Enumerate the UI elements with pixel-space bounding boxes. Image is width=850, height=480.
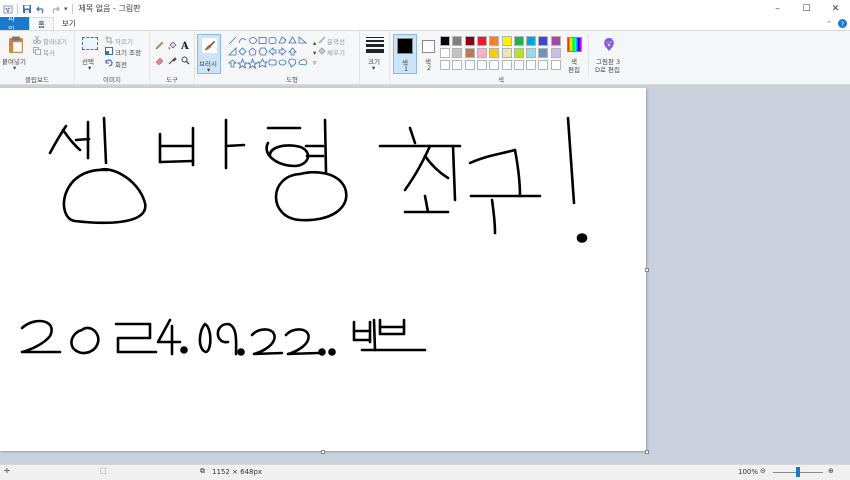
- brush-icon: [202, 38, 217, 53]
- tools-group: A 도구: [150, 31, 195, 85]
- clipboard-group-label: 클립보드: [25, 76, 49, 84]
- rotate-icon[interactable]: [105, 59, 113, 67]
- close-button[interactable]: ✕: [821, 0, 850, 17]
- canvas-resize-handle-corner[interactable]: [645, 450, 649, 454]
- paint3d-icon: [604, 38, 614, 51]
- clipboard-group: 붙여넣기 ▾ 잘라내기 복사 클립보드: [0, 31, 75, 85]
- image-size-text: 1152 × 648px: [212, 468, 263, 476]
- ribbon-tabs: 파일 홈 보기 ⌃ ?: [0, 14, 850, 34]
- color2-button[interactable]: 색 2: [419, 34, 441, 74]
- size-icon[interactable]: [366, 37, 384, 53]
- tools-group-label: 도구: [166, 76, 178, 84]
- minimize-button[interactable]: –: [763, 0, 792, 17]
- drawing-canvas[interactable]: [0, 88, 649, 454]
- color2-number: 2: [427, 64, 432, 72]
- window-title: 제목 없음 - 그림판: [78, 4, 141, 13]
- resize-icon[interactable]: [105, 47, 113, 55]
- shapes-group: ▴ ▾ ▿ 윤곽선 채우기 도형: [225, 31, 360, 85]
- color1-button[interactable]: 색 1: [393, 34, 417, 74]
- colors-group-label: 색: [498, 76, 504, 84]
- svg-text:A: A: [181, 41, 189, 50]
- rotate-button[interactable]: 회전: [115, 59, 127, 69]
- cut-icon[interactable]: [33, 36, 41, 44]
- zoom-slider-thumb[interactable]: [796, 467, 800, 477]
- copy-button[interactable]: 복사: [43, 47, 55, 57]
- zoom-in-button[interactable]: ⊕: [828, 467, 834, 475]
- edit-colors-button[interactable]: 색 편집: [564, 34, 586, 76]
- undo-icon[interactable]: [36, 4, 46, 14]
- ribbon: 붙여넣기 ▾ 잘라내기 복사 클립보드 선택 ▾ 자르기 크기 조정 회전 이미…: [0, 30, 850, 85]
- copy-icon[interactable]: [33, 47, 41, 55]
- shapes-scroll-icon[interactable]: ▴: [313, 39, 316, 47]
- tab-file[interactable]: 파일: [0, 14, 29, 34]
- customize-quick-access-icon[interactable]: ▾: [64, 5, 68, 13]
- shapes-group-label: 도형: [286, 76, 298, 84]
- size-dropdown-icon[interactable]: ▾: [372, 64, 375, 72]
- brushes-dropdown-icon: ▾: [207, 66, 211, 74]
- pencil-icon[interactable]: [155, 41, 164, 50]
- select-dropdown-icon[interactable]: ▾: [88, 64, 91, 72]
- color1-swatch: [397, 38, 413, 54]
- image-group: 선택 ▾ 자르기 크기 조정 회전 이미지: [75, 31, 150, 85]
- handwritten-drawing: [20, 116, 588, 356]
- paste-dropdown-icon[interactable]: ▾: [13, 64, 16, 72]
- image-size-icon: ⧉: [200, 467, 205, 475]
- color2-swatch: [422, 40, 435, 53]
- tab-view[interactable]: 보기: [54, 17, 84, 30]
- help-button[interactable]: ?: [838, 19, 847, 28]
- outline-button[interactable]: 윤곽선: [327, 36, 345, 46]
- canvas-resize-handle-bottom[interactable]: [321, 450, 325, 454]
- crop-button[interactable]: 자르기: [115, 36, 133, 46]
- tab-home[interactable]: 홈: [29, 17, 54, 30]
- selection-size-icon: ⬚: [100, 467, 107, 475]
- zoom-level: 100%: [738, 468, 759, 476]
- shapes-gallery[interactable]: [228, 36, 313, 70]
- save-icon[interactable]: [22, 4, 32, 14]
- brushes-button[interactable]: 브러시 ▾: [197, 34, 221, 74]
- cut-button[interactable]: 잘라내기: [43, 36, 67, 46]
- paint3d-button[interactable]: 그림판 3 D로 편집: [588, 34, 628, 76]
- paint3d-label-2: D로 편집: [595, 66, 621, 74]
- eraser-icon[interactable]: [155, 56, 164, 65]
- canvas-resize-handle-right[interactable]: [645, 268, 649, 272]
- size-group: 크기 ▾: [360, 31, 390, 85]
- zoom-out-button[interactable]: ⊖: [760, 467, 766, 475]
- select-icon[interactable]: [82, 37, 98, 50]
- colors-group: 색: [440, 31, 562, 85]
- edit-colors-label-2: 편집: [568, 66, 580, 74]
- fill-button[interactable]: 채우기: [327, 47, 345, 57]
- outline-icon[interactable]: [318, 36, 326, 44]
- resize-button[interactable]: 크기 조정: [115, 47, 141, 57]
- redo-icon[interactable]: [50, 4, 60, 14]
- image-group-label: 이미지: [103, 76, 121, 84]
- color-picker-icon[interactable]: [168, 56, 177, 65]
- shapes-expand-icon[interactable]: ▿: [313, 59, 316, 67]
- title-bar: ▾ 제목 없음 - 그림판 – ☐ ✕: [0, 0, 850, 17]
- paste-icon[interactable]: [8, 36, 24, 54]
- status-bar: ✛ ⬚ ⧉ 1152 × 648px 100% ⊖ ⊕: [0, 464, 850, 480]
- shapes-scroll-down-icon[interactable]: ▾: [313, 49, 316, 57]
- fill-bucket-icon[interactable]: [168, 41, 177, 50]
- cursor-position-icon: ✛: [4, 467, 10, 475]
- magnifier-icon[interactable]: [181, 56, 190, 65]
- collapse-ribbon-icon[interactable]: ⌃: [826, 20, 832, 28]
- crop-icon[interactable]: [105, 36, 113, 44]
- edit-colors-icon: [567, 37, 582, 52]
- fill-icon[interactable]: [318, 47, 326, 55]
- text-icon[interactable]: A: [181, 40, 190, 50]
- maximize-button[interactable]: ☐: [792, 0, 821, 17]
- color1-number: 1: [404, 65, 409, 73]
